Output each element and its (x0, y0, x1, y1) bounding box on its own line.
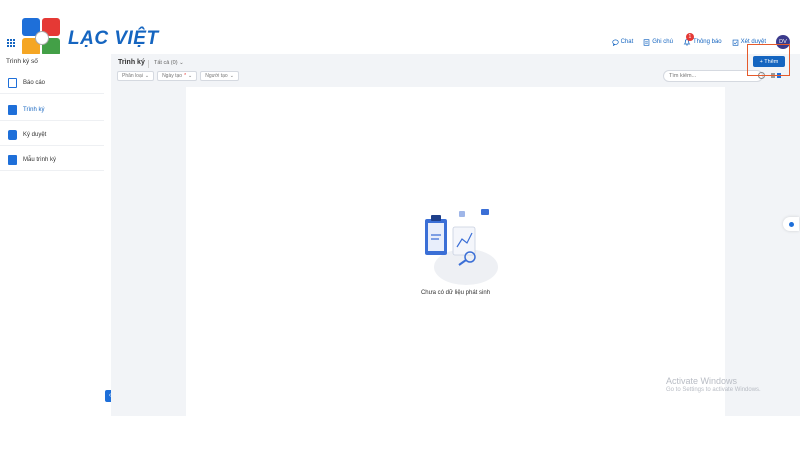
notification-badge: 1 (685, 33, 694, 41)
filter-created-date[interactable]: Ngày tạo * ⌄ (157, 71, 198, 81)
sign-icon (8, 129, 17, 140)
user-avatar[interactable]: DV (776, 35, 790, 49)
template-icon (8, 154, 17, 165)
list-view-icon[interactable] (771, 73, 775, 78)
note-icon (643, 38, 650, 46)
filter-label: Phân loại (122, 73, 143, 79)
view-toggle[interactable] (771, 73, 781, 78)
content-card: Chưa có dữ liệu phát sinh (186, 87, 725, 416)
chevron-down-icon: ⌄ (188, 73, 193, 79)
approval-button[interactable]: Xét duyệt (732, 39, 766, 46)
chat-button[interactable]: Chat (611, 38, 634, 46)
sidebar-item-submit[interactable]: Trình ký (0, 99, 104, 121)
logo-center-circle (35, 31, 49, 45)
header-actions: Chat Ghi chú 1 Thông báo Xét duyệt DV (611, 33, 790, 50)
empty-state-illustration (425, 209, 498, 285)
watermark-subtitle: Go to Settings to activate Windows. (666, 387, 761, 393)
sidebar-item-label: Ký duyệt (23, 131, 47, 138)
add-button[interactable]: + Thêm (753, 56, 785, 67)
filter-label: Người tạo (205, 73, 228, 79)
filter-creator[interactable]: Người tạo ⌄ (200, 71, 239, 81)
required-marker: * (184, 73, 187, 79)
chevron-down-icon: ⌄ (144, 73, 150, 79)
title-divider (148, 60, 149, 68)
sidebar-title: Trình ký số (6, 58, 38, 65)
search-icon[interactable] (758, 72, 765, 79)
app-window: LẠC VIỆT Chat Ghi chú 1 Thông báo Xét du… (0, 0, 800, 416)
filter-label: Ngày tạo (162, 73, 183, 79)
main-content: Trình ký Tất cả (0) ⌄ Phân loại ⌄ Ngày tạ… (111, 54, 800, 416)
page-title: Trình ký (118, 59, 145, 66)
sidebar-item-label: Trình ký (23, 106, 45, 113)
app-grid-icon[interactable] (6, 38, 15, 47)
empty-state-message: Chưa có dữ liệu phát sinh (420, 290, 491, 296)
chat-icon (611, 38, 619, 46)
filter-category[interactable]: Phân loại ⌄ (117, 71, 155, 81)
floating-assistant-button[interactable] (783, 217, 799, 231)
sidebar-item-label: Báo cáo (23, 79, 46, 86)
windows-activation-watermark: Activate Windows Go to Settings to activ… (666, 376, 761, 393)
brand-name: LẠC VIỆT (68, 28, 159, 49)
top-bar: LẠC VIỆT Chat Ghi chú 1 Thông báo Xét du… (0, 0, 800, 56)
assistant-icon (788, 221, 794, 227)
filter-bar: Phân loại ⌄ Ngày tạo * ⌄ Người tạo ⌄ (117, 71, 239, 81)
sidebar: Trình ký số Báo cáo Trình ký Ký duyệt Mẫ… (0, 54, 115, 416)
chevron-down-icon: ⌄ (179, 60, 184, 66)
search-input[interactable] (663, 70, 763, 82)
approval-label: Xét duyệt (740, 39, 766, 45)
view-select[interactable]: Tất cả (0) ⌄ (154, 60, 184, 66)
notification-label: Thông báo (692, 39, 722, 45)
chat-label: Chat (620, 39, 634, 45)
note-button[interactable]: Ghi chú (643, 38, 673, 46)
sidebar-item-sign[interactable]: Ký duyệt (0, 124, 104, 146)
watermark-title: Activate Windows (666, 376, 738, 386)
note-label: Ghi chú (652, 39, 673, 45)
document-icon (8, 104, 17, 115)
grid-view-icon[interactable] (777, 73, 781, 78)
approval-icon (732, 39, 738, 46)
sidebar-item-label: Mẫu trình ký (23, 156, 57, 163)
notification-button[interactable]: 1 Thông báo (683, 33, 722, 46)
chevron-down-icon: ⌄ (229, 73, 234, 79)
main-header: Trình ký Tất cả (0) ⌄ Phân loại ⌄ Ngày tạ… (111, 54, 800, 88)
view-select-label: Tất cả (0) (154, 60, 178, 66)
report-icon (8, 77, 17, 88)
sidebar-item-templates[interactable]: Mẫu trình ký (0, 149, 104, 171)
sidebar-item-reports[interactable]: Báo cáo (0, 72, 104, 94)
